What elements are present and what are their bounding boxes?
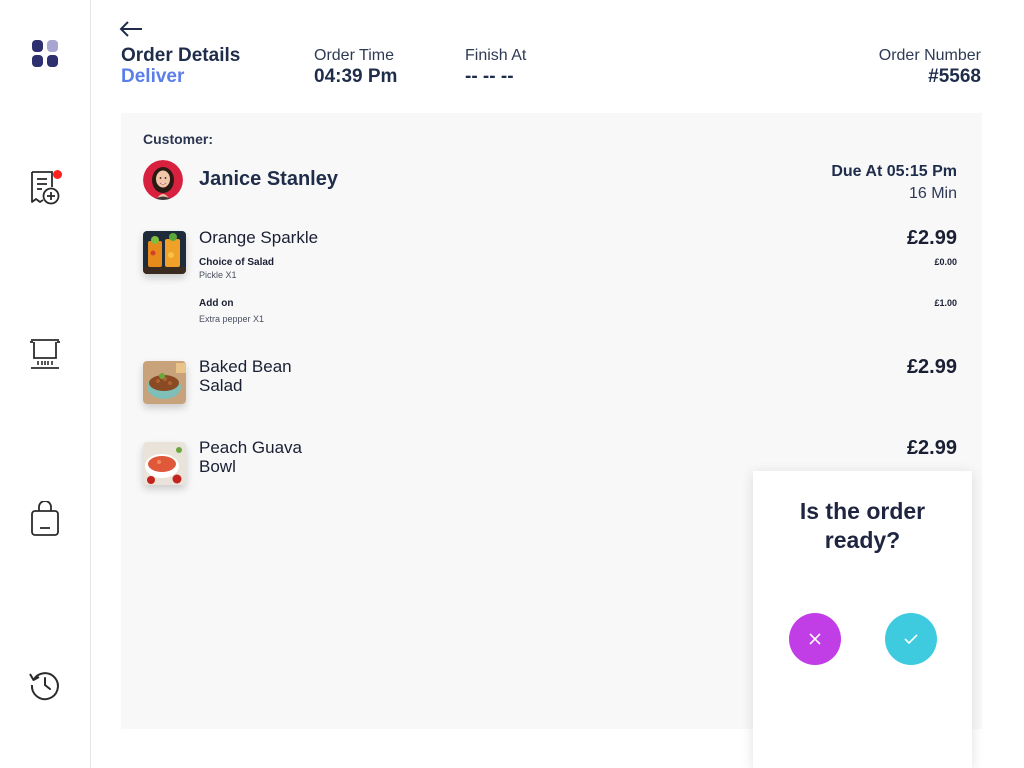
customer-name: Janice Stanley (199, 168, 338, 190)
notification-dot (53, 170, 62, 179)
arrow-left-icon (119, 21, 142, 37)
item-name-baked-bean-salad: Baked Bean Salad (199, 357, 292, 395)
customer-label: Customer: (143, 131, 214, 147)
option-title-choice-of-salad: Choice of Salad (199, 257, 275, 268)
item-price-baked-bean-salad: £2.99 (906, 356, 957, 378)
due-time: Due At 05:15 Pm (831, 163, 957, 180)
item-thumbnail-peach-guava-bowl (143, 442, 186, 485)
item-thumbnail-baked-bean-salad (143, 361, 186, 404)
option-price-choice-of-salad: £0.00 (934, 257, 957, 267)
sidebar-item-shop[interactable] (25, 499, 65, 539)
sidebar-item-history[interactable] (25, 665, 65, 705)
dialog-question-line: Is the order (799, 498, 926, 524)
sidebar-item-kitchen[interactable] (25, 333, 65, 373)
grid-icon (32, 40, 58, 67)
option-title-add-on: Add on (199, 298, 234, 309)
option-detail-extra-pepper: Extra pepper X1 (199, 314, 265, 324)
sidebar-item-new-orders[interactable] (25, 167, 65, 207)
sidebar (0, 0, 91, 768)
sidebar-item-dashboard[interactable] (25, 34, 65, 74)
item-thumbnail-orange-sparkle (143, 231, 186, 274)
order-ready-dialog: Is the order ready? (753, 471, 972, 768)
history-icon (29, 672, 59, 701)
dialog-question: Is the order ready? (753, 497, 972, 555)
item-name-orange-sparkle: Orange Sparkle (199, 228, 319, 247)
order-type: Deliver (121, 66, 185, 87)
order-number-value: #5568 (928, 66, 981, 87)
order-time-label: Order Time (314, 47, 395, 64)
item-name-peach-guava-bowl: Peach Guava Bowl (199, 438, 302, 476)
cooking-pot-icon (30, 339, 60, 369)
item-name-line: Bowl (199, 457, 236, 476)
item-name-line: Baked Bean (199, 357, 292, 376)
page-title: Order Details (121, 45, 241, 66)
option-price-add-on: £1.00 (934, 298, 957, 308)
order-time-value: 04:39 Pm (314, 66, 398, 87)
item-price-peach-guava-bowl: £2.99 (906, 437, 957, 459)
shopping-bag-icon (31, 501, 59, 536)
item-name-line: Peach Guava (199, 438, 303, 457)
dialog-question-line: ready? (824, 527, 901, 553)
confirm-button[interactable] (885, 613, 937, 665)
item-price-orange-sparkle: £2.99 (906, 227, 957, 249)
back-button[interactable] (118, 18, 144, 40)
item-name-line: Salad (199, 376, 243, 395)
option-detail-pickle: Pickle X1 (199, 270, 237, 280)
close-icon (809, 633, 821, 645)
finish-at-value: -- -- -- (465, 66, 514, 87)
reject-button[interactable] (789, 613, 841, 665)
order-number-label: Order Number (878, 47, 981, 64)
check-icon (904, 634, 918, 645)
due-remaining: 16 Min (908, 185, 957, 202)
avatar (143, 160, 183, 200)
finish-at-label: Finish At (465, 47, 527, 64)
